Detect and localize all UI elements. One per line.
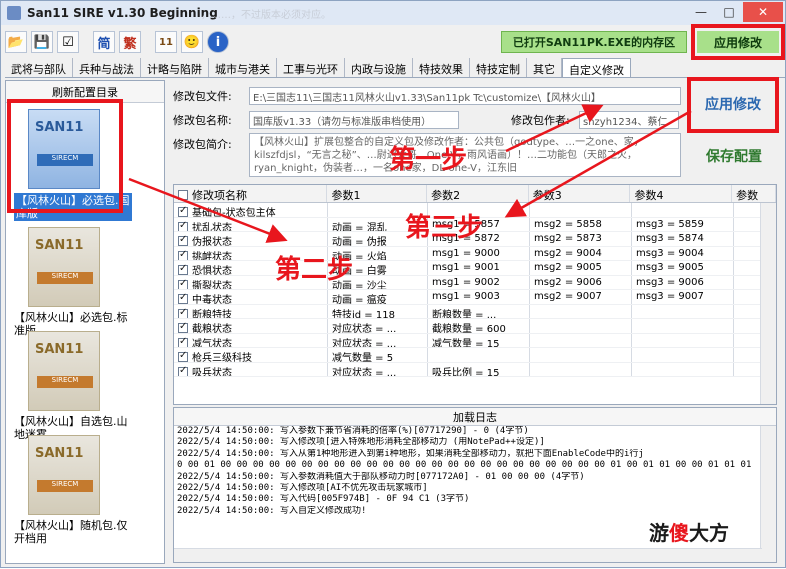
arrow-step1 xyxy=(128,177,288,243)
annotation-arrows xyxy=(128,104,692,243)
step2-label: 第二步 xyxy=(275,255,354,285)
step1-label: 第一步 xyxy=(389,145,468,175)
app-window: San11 SIRE v1.30 Beginning ，……，不过版本必须对应。… xyxy=(0,0,786,568)
arrow-step3 xyxy=(504,109,692,218)
watermark: 游傻大方 xyxy=(649,521,729,545)
step3-label: 第三步 xyxy=(405,213,484,243)
arrow-step2 xyxy=(505,104,604,153)
